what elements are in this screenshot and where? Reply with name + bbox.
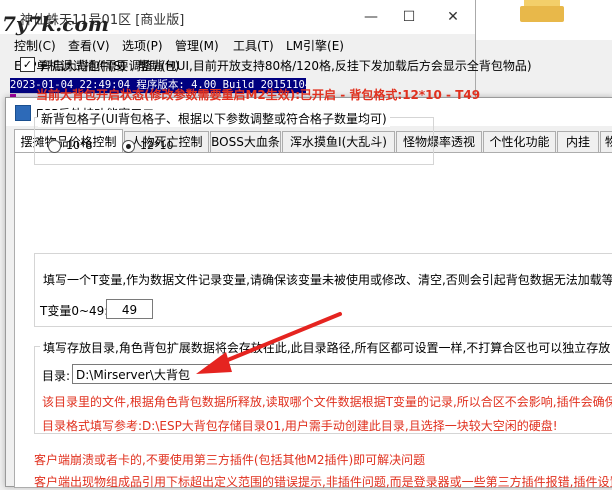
tab-items[interactable]: 物 bbox=[600, 131, 612, 152]
app-icon bbox=[15, 105, 31, 121]
error-note: 客户端出现物组成品引用下标超出定义范围的错误提示,非插件问题,而是登录器或一些第… bbox=[34, 475, 612, 489]
close-button[interactable]: ✕ bbox=[438, 6, 468, 28]
main-window: 神仙蛛天11号01区 [商业版] 7y7k.com — ☐ ✕ 控制(C) 查看… bbox=[0, 0, 476, 100]
directory-group-title: 填写存放目录,角色背包扩展数据将会存放在此,此目录路径,所有区都可设置一样,不打… bbox=[40, 339, 612, 356]
grid-12x10-label: 12*10 bbox=[140, 139, 174, 152]
directory-input[interactable]: D:\Mirserver\大背包 bbox=[72, 364, 612, 384]
folder-icon[interactable] bbox=[520, 0, 564, 22]
tvar-group-title: 填写一个T变量,作为数据文件记录变量,请确保该变量未被使用或修改、清空,否则会引… bbox=[40, 271, 612, 288]
directory-note-2: 目录格式填写参考:D:\ESP大背包存储目录01,用户需手动创建此目录,且选择一… bbox=[42, 419, 558, 433]
directory-label: 目录: bbox=[42, 369, 71, 383]
tvar-input[interactable]: 49 bbox=[106, 299, 153, 319]
site-watermark: 7y7k.com bbox=[2, 12, 109, 36]
maximize-button[interactable]: ☐ bbox=[394, 6, 424, 28]
tab-personalize[interactable]: 个性化功能 bbox=[483, 131, 556, 152]
menu-view[interactable]: 查看(V) bbox=[68, 37, 110, 54]
menu-options[interactable]: 选项(P) bbox=[122, 37, 163, 54]
grid-10x8-radio[interactable] bbox=[48, 140, 61, 153]
menu-bar: 控制(C) 查看(V) 选项(P) 管理(M) 工具(T) LM引擎(E) bbox=[0, 34, 475, 54]
grid-12x10-radio[interactable] bbox=[122, 140, 135, 153]
minimize-button[interactable]: — bbox=[356, 6, 386, 28]
menu-manage[interactable]: 管理(M) bbox=[175, 37, 219, 54]
menu-lm-engine[interactable]: LM引擎(E) bbox=[286, 37, 344, 54]
radio-selected-dot bbox=[126, 144, 131, 149]
bigpack-checkbox[interactable]: ✓ bbox=[20, 57, 35, 72]
crash-note: 客户端崩溃或者卡的,不要使用第三方插件(包括其他M2插件)即可解决问题 bbox=[34, 453, 426, 467]
grid-10x8-label: 10*8 bbox=[66, 139, 93, 152]
directory-note-1: 该目录里的文件,根据角色背包数据所释放,读取哪个文件数据根据T变量的记录,所以合… bbox=[42, 395, 612, 409]
menu-tools[interactable]: 工具(T) bbox=[233, 37, 274, 54]
main-titlebar: 神仙蛛天11号01区 [商业版] 7y7k.com — ☐ ✕ bbox=[0, 0, 475, 36]
bigpack-state-text: 当前大背包开启状态(修改参数需要重启M2生效):已开启 - 背包格式:12*10… bbox=[36, 88, 481, 102]
menu-control[interactable]: 控制(C) bbox=[14, 37, 56, 54]
bigpack-checkbox-label: 开启大背包(需要调整背包UI,目前开放支持80格/120格,反挂下发加载后方会显… bbox=[40, 59, 532, 73]
tvar-label: T变量0~49: bbox=[40, 304, 109, 318]
tab-inner-plugin[interactable]: 内挂 bbox=[557, 131, 599, 152]
grid-size-group-title: 新背包格子(UI背包格子、根据以下参数调整或符合格子数量均可) bbox=[38, 110, 390, 127]
